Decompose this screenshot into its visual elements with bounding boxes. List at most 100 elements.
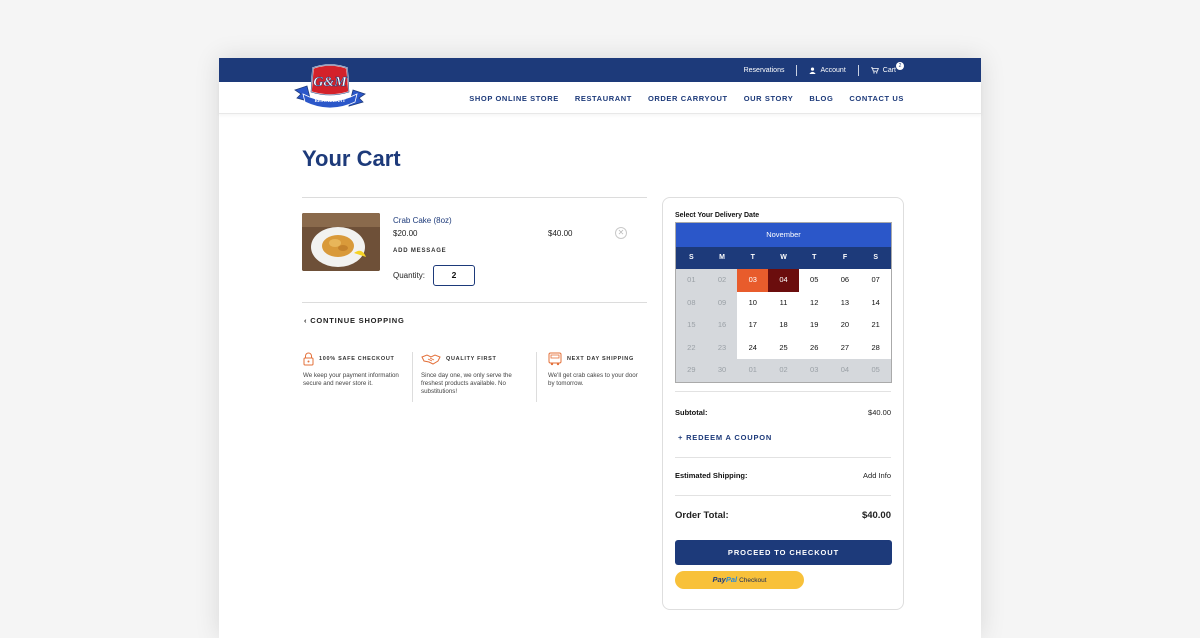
main-nav: G&M RESTAURANT SHOP ONLINE STORE RESTAUR… — [219, 64, 981, 114]
line-total: $40.00 — [548, 229, 573, 238]
feature-text: Since day one, we only serve the freshes… — [421, 372, 512, 395]
add-message-link[interactable]: ADD MESSAGE — [393, 248, 446, 254]
quantity-label: Quantity: — [393, 271, 426, 280]
calendar-day: 08 — [676, 291, 707, 315]
user-icon — [809, 66, 817, 74]
subtotal-value: $40.00 — [868, 408, 891, 417]
divider — [412, 352, 413, 402]
divider — [675, 457, 891, 458]
calendar-day[interactable]: 20 — [829, 314, 861, 337]
nav-blog[interactable]: BLOG — [809, 94, 833, 103]
calendar-day[interactable]: 17 — [737, 314, 769, 337]
close-icon: ✕ — [617, 228, 625, 237]
subtotal-label: Subtotal: — [675, 408, 708, 417]
product-image[interactable] — [302, 213, 380, 271]
delivery-date-heading: Select Your Delivery Date — [675, 212, 760, 219]
nav-shop-online-store[interactable]: SHOP ONLINE STORE — [469, 94, 559, 103]
calendar-day[interactable]: 18 — [768, 314, 799, 337]
paypal-checkout-label: Checkout — [739, 577, 767, 584]
calendar-day[interactable]: 07 — [860, 269, 891, 292]
calendar-day[interactable]: 12 — [798, 291, 830, 315]
weekday-label: T — [750, 254, 755, 261]
continue-shopping-label: CONTINUE SHOPPING — [310, 316, 405, 325]
feature-text: We keep your payment information secure … — [303, 372, 399, 387]
weekday-label: S — [689, 254, 694, 261]
calendar-day: 02 — [768, 359, 799, 382]
divider — [536, 352, 537, 402]
weekday-header: SMTWTFS — [676, 247, 891, 269]
feature-quality-first: QUALITY FIRST Since day one, we only ser… — [421, 352, 531, 396]
calendar-day[interactable]: 25 — [768, 336, 799, 360]
weekday-label: M — [719, 254, 725, 261]
calendar-day[interactable]: 13 — [829, 291, 861, 315]
cart-label: Cart — [882, 66, 896, 74]
reservations-link[interactable]: Reservations — [732, 67, 797, 74]
calendar-day[interactable]: 05 — [798, 269, 830, 292]
feature-title: NEXT DAY SHIPPING — [567, 356, 634, 362]
redeem-coupon-link[interactable]: + REDEEM A COUPON — [678, 433, 772, 442]
calendar-day[interactable]: 27 — [829, 336, 861, 360]
weekday-label: W — [780, 254, 787, 261]
divider — [302, 302, 647, 303]
svg-text:RESTAURANT: RESTAURANT — [315, 98, 346, 103]
calendar-day-selected[interactable]: 04 — [768, 269, 799, 292]
nav-contact-us[interactable]: CONTACT US — [849, 94, 904, 103]
add-shipping-info-link[interactable]: Add Info — [863, 471, 891, 480]
calendar-day[interactable]: 26 — [798, 336, 830, 360]
divider — [675, 495, 891, 496]
calendar-day[interactable]: 21 — [860, 314, 891, 337]
feature-next-day-shipping: NEXT DAY SHIPPING We'll get crab cakes t… — [548, 352, 658, 388]
nav-our-story[interactable]: OUR STORY — [744, 94, 794, 103]
cart-count-badge: 2 — [896, 61, 904, 70]
remove-item-button[interactable]: ✕ — [615, 227, 627, 239]
order-total-row: Order Total: $40.00 — [675, 510, 891, 521]
calendar-day: 09 — [706, 291, 738, 315]
calendar-month: November — [676, 223, 891, 247]
paypal-checkout-button[interactable]: PayPal Checkout — [675, 571, 804, 589]
shipping-row: Estimated Shipping: Add Info — [675, 471, 891, 480]
calendar-day: 05 — [860, 359, 891, 382]
quantity-input[interactable]: 2 — [433, 265, 475, 286]
account-link[interactable]: Account — [797, 67, 857, 74]
page-frame: Reservations Account Cart 2 G&M RESTAURA… — [219, 58, 981, 638]
nav-order-carryout[interactable]: ORDER CARRYOUT — [648, 94, 728, 103]
calendar-day[interactable]: 28 — [860, 336, 891, 360]
nav-restaurant[interactable]: RESTAURANT — [575, 94, 632, 103]
calendar-day: 15 — [676, 314, 707, 337]
gm-logo[interactable]: G&M RESTAURANT — [293, 64, 367, 110]
cart-link[interactable]: Cart 2 — [859, 61, 908, 74]
paypal-logo-pal: Pal — [725, 575, 738, 584]
weekday-label: F — [842, 254, 848, 261]
truck-icon — [548, 352, 562, 366]
proceed-to-checkout-button[interactable]: PROCEED TO CHECKOUT — [675, 540, 892, 565]
calendar-day[interactable]: 11 — [768, 291, 799, 315]
order-total-label: Order Total: — [675, 510, 729, 521]
account-label: Account — [820, 66, 846, 74]
handshake-icon — [421, 354, 441, 365]
calendar-day[interactable]: 10 — [737, 291, 769, 315]
paypal-logo-pay: Pay — [712, 575, 726, 584]
calendar-day: 22 — [676, 336, 707, 360]
shipping-label: Estimated Shipping: — [675, 471, 748, 480]
calendar-day[interactable]: 14 — [860, 291, 891, 315]
calendar-day-today[interactable]: 03 — [737, 269, 769, 292]
calendar-day: 02 — [706, 269, 738, 292]
calendar-day[interactable]: 06 — [829, 269, 861, 292]
product-name-link[interactable]: Crab Cake (8oz) — [393, 216, 452, 225]
subtotal-row: Subtotal: $40.00 — [675, 408, 891, 417]
feature-text: We'll get crab cakes to your door by tom… — [548, 372, 638, 387]
unit-price: $20.00 — [393, 229, 418, 238]
continue-shopping-link[interactable]: ‹ CONTINUE SHOPPING — [304, 316, 405, 325]
calendar-grid: 01 02 03 04 05 06 07 08 09 10 11 12 13 14 15 16 17 18 19 20… — [676, 269, 891, 382]
calendar-day: 23 — [706, 336, 738, 360]
calendar-day: 30 — [706, 359, 738, 382]
feature-safe-checkout: 100% SAFE CHECKOUT We keep your payment … — [303, 352, 413, 388]
weekday-label: T — [812, 254, 817, 261]
feature-title: QUALITY FIRST — [446, 356, 497, 362]
calendar-day[interactable]: 24 — [737, 336, 769, 360]
calendar-day: 01 — [737, 359, 769, 382]
calendar-day: 03 — [798, 359, 830, 382]
calendar-day[interactable]: 19 — [798, 314, 830, 337]
divider — [675, 391, 891, 392]
svg-text:G&M: G&M — [313, 75, 347, 90]
